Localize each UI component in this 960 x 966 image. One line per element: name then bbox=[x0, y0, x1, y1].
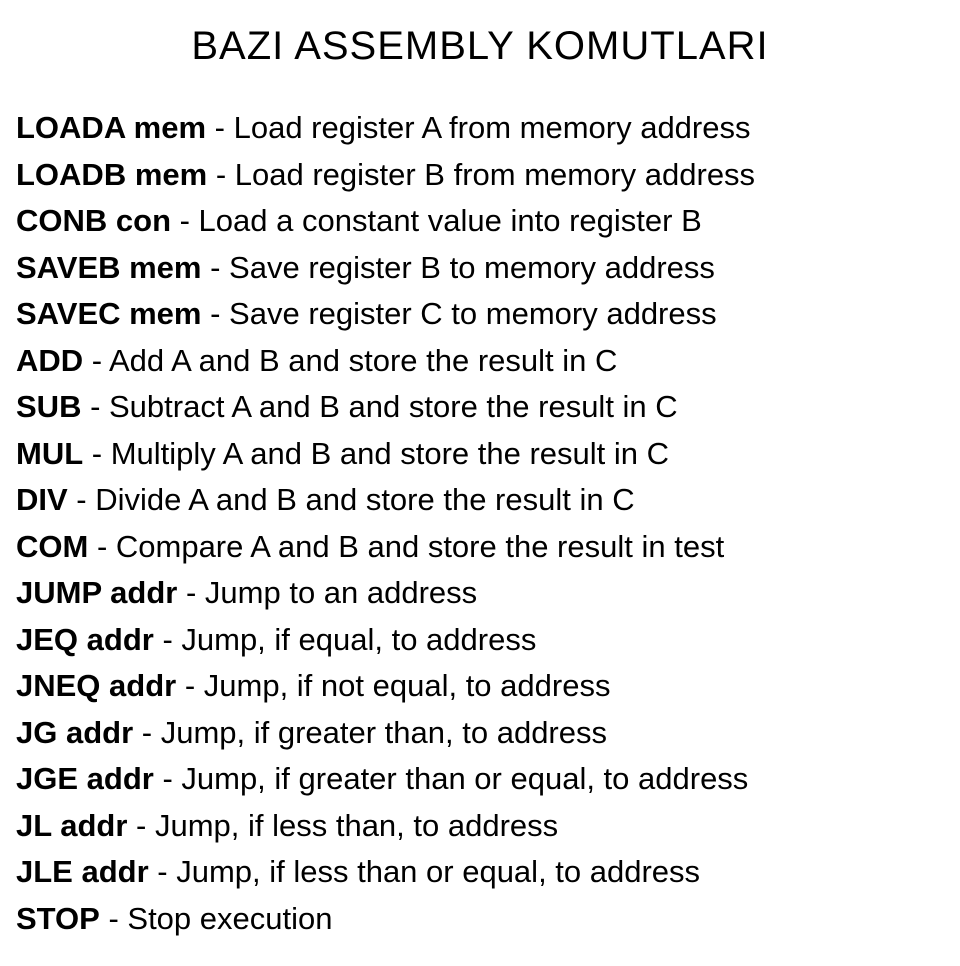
instruction-description: - Load a constant value into register B bbox=[171, 203, 702, 238]
instruction-mnemonic: LOADA mem bbox=[16, 110, 206, 145]
instruction-entry: SAVEB mem - Save register B to memory ad… bbox=[16, 245, 944, 292]
document-page: BAZI ASSEMBLY KOMUTLARI LOADA mem - Load… bbox=[0, 0, 960, 966]
instruction-mnemonic: JL addr bbox=[16, 808, 127, 843]
instruction-mnemonic: CONB con bbox=[16, 203, 171, 238]
instruction-mnemonic: ADD bbox=[16, 343, 83, 378]
instruction-entry: SAVEC mem - Save register C to memory ad… bbox=[16, 291, 944, 338]
instruction-mnemonic: JNEQ addr bbox=[16, 668, 176, 703]
instruction-entry: LOADB mem - Load register B from memory … bbox=[16, 152, 944, 199]
instruction-description: - Jump, if greater than or equal, to add… bbox=[154, 761, 748, 796]
instruction-mnemonic: DIV bbox=[16, 482, 68, 517]
instruction-entry: COM - Compare A and B and store the resu… bbox=[16, 524, 944, 571]
instruction-entry: DIV - Divide A and B and store the resul… bbox=[16, 477, 944, 524]
instruction-entry: LOADA mem - Load register A from memory … bbox=[16, 105, 944, 152]
instruction-entry: JUMP addr - Jump to an address bbox=[16, 570, 944, 617]
instruction-mnemonic: JG addr bbox=[16, 715, 133, 750]
instruction-description: - Multiply A and B and store the result … bbox=[83, 436, 669, 471]
instruction-entry: STOP - Stop execution bbox=[16, 896, 944, 943]
instruction-description: - Divide A and B and store the result in… bbox=[68, 482, 635, 517]
instruction-description: - Stop execution bbox=[100, 901, 333, 936]
instruction-mnemonic: JUMP addr bbox=[16, 575, 177, 610]
instruction-description: - Jump, if greater than, to address bbox=[133, 715, 607, 750]
instruction-mnemonic: COM bbox=[16, 529, 88, 564]
instruction-entry: MUL - Multiply A and B and store the res… bbox=[16, 431, 944, 478]
instruction-mnemonic: LOADB mem bbox=[16, 157, 207, 192]
instruction-entry: JEQ addr - Jump, if equal, to address bbox=[16, 617, 944, 664]
instruction-description: - Jump, if not equal, to address bbox=[176, 668, 610, 703]
instruction-mnemonic: SAVEB mem bbox=[16, 250, 202, 285]
instruction-description: - Jump, if equal, to address bbox=[154, 622, 537, 657]
page-title: BAZI ASSEMBLY KOMUTLARI bbox=[16, 24, 944, 69]
instruction-description: - Compare A and B and store the result i… bbox=[88, 529, 724, 564]
instruction-description: - Jump to an address bbox=[177, 575, 477, 610]
instruction-description: - Save register C to memory address bbox=[202, 296, 717, 331]
instruction-mnemonic: STOP bbox=[16, 901, 100, 936]
instruction-entry: JL addr - Jump, if less than, to address bbox=[16, 803, 944, 850]
instruction-description: - Jump, if less than or equal, to addres… bbox=[149, 854, 700, 889]
instruction-description: - Subtract A and B and store the result … bbox=[81, 389, 677, 424]
instruction-list: LOADA mem - Load register A from memory … bbox=[16, 105, 944, 942]
instruction-description: - Jump, if less than, to address bbox=[127, 808, 558, 843]
instruction-entry: SUB - Subtract A and B and store the res… bbox=[16, 384, 944, 431]
instruction-entry: JGE addr - Jump, if greater than or equa… bbox=[16, 756, 944, 803]
instruction-description: - Load register B from memory address bbox=[207, 157, 755, 192]
instruction-mnemonic: SUB bbox=[16, 389, 81, 424]
instruction-mnemonic: JEQ addr bbox=[16, 622, 154, 657]
instruction-description: - Save register B to memory address bbox=[202, 250, 715, 285]
instruction-mnemonic: JLE addr bbox=[16, 854, 149, 889]
instruction-mnemonic: JGE addr bbox=[16, 761, 154, 796]
instruction-entry: JG addr - Jump, if greater than, to addr… bbox=[16, 710, 944, 757]
instruction-entry: JLE addr - Jump, if less than or equal, … bbox=[16, 849, 944, 896]
instruction-entry: CONB con - Load a constant value into re… bbox=[16, 198, 944, 245]
instruction-mnemonic: SAVEC mem bbox=[16, 296, 202, 331]
instruction-description: - Add A and B and store the result in C bbox=[83, 343, 617, 378]
instruction-entry: JNEQ addr - Jump, if not equal, to addre… bbox=[16, 663, 944, 710]
instruction-description: - Load register A from memory address bbox=[206, 110, 750, 145]
instruction-mnemonic: MUL bbox=[16, 436, 83, 471]
instruction-entry: ADD - Add A and B and store the result i… bbox=[16, 338, 944, 385]
